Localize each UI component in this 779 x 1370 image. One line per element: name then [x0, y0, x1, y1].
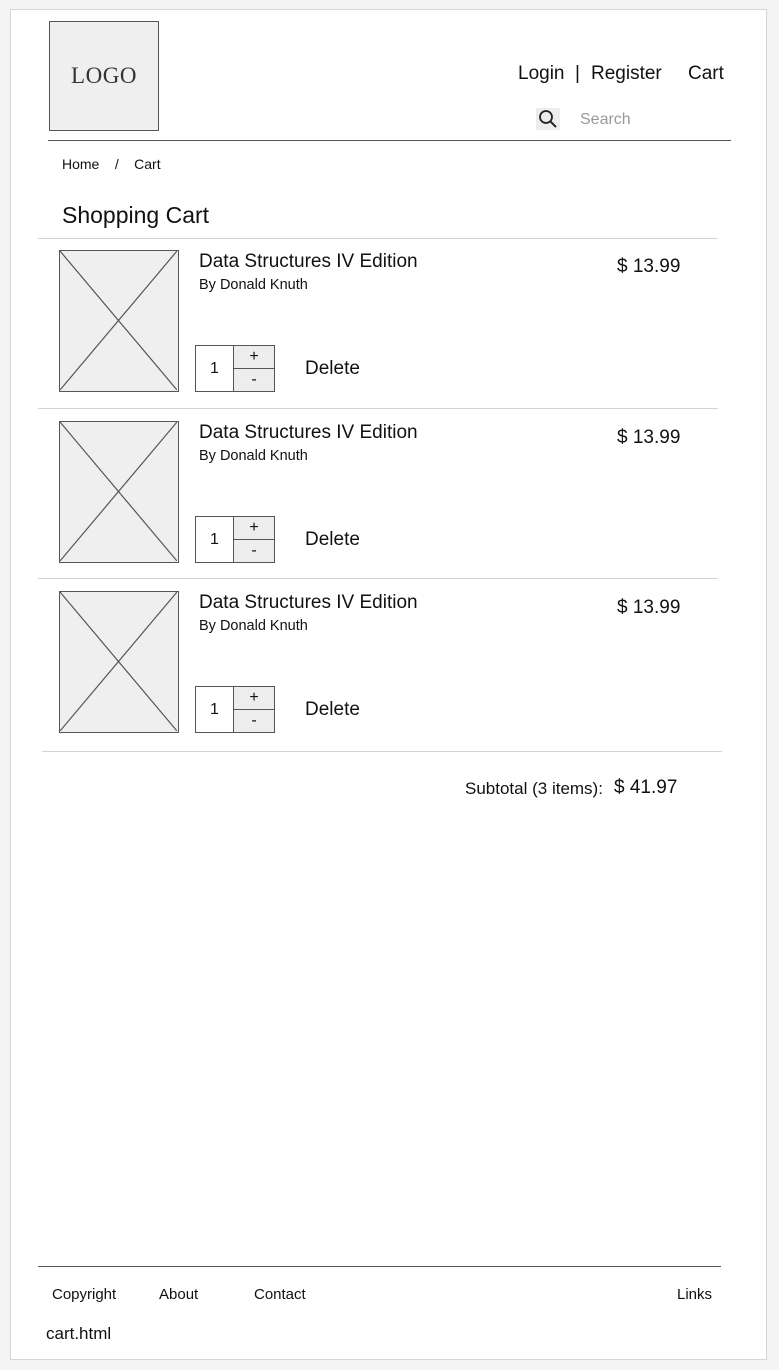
page-title: Shopping Cart	[62, 202, 210, 228]
product-image-placeholder	[59, 591, 179, 733]
breadcrumb: Home / Cart	[62, 156, 161, 174]
footer-copyright-link[interactable]: Copyright	[52, 1286, 116, 1303]
product-price: $ 13.99	[617, 427, 681, 448]
item-divider	[38, 578, 718, 579]
decrement-button[interactable]: -	[233, 709, 275, 733]
product-title[interactable]: Data Structures IV Edition	[199, 251, 418, 273]
header-divider	[48, 140, 731, 141]
quantity-field[interactable]: 1	[195, 686, 234, 733]
cart-item: Data Structures IV Edition By Donald Knu…	[11, 410, 768, 580]
quantity-stepper: 1 + -	[195, 516, 275, 563]
footer-about-link[interactable]: About	[159, 1286, 198, 1303]
page-frame: LOGO Login | Register Cart Home / Cart S…	[10, 9, 767, 1360]
product-image-placeholder	[59, 250, 179, 392]
search-icon[interactable]	[536, 108, 560, 130]
quantity-field[interactable]: 1	[195, 516, 234, 563]
product-title[interactable]: Data Structures IV Edition	[199, 592, 418, 614]
search-input[interactable]	[576, 108, 754, 132]
login-link[interactable]: Login	[518, 63, 565, 85]
nav-separator: |	[575, 63, 580, 84]
product-title[interactable]: Data Structures IV Edition	[199, 422, 418, 444]
subtotal-label: Subtotal (3 items):	[465, 779, 603, 798]
product-image-placeholder	[59, 421, 179, 563]
page-filename: cart.html	[46, 1324, 112, 1343]
subtotal-value: $ 41.97	[614, 777, 678, 798]
logo[interactable]: LOGO	[49, 21, 159, 131]
decrement-button[interactable]: -	[233, 539, 275, 563]
footer-contact-link[interactable]: Contact	[254, 1286, 306, 1303]
decrement-button[interactable]: -	[233, 368, 275, 392]
product-price: $ 13.99	[617, 597, 681, 618]
cart-link[interactable]: Cart	[688, 63, 724, 85]
breadcrumb-home[interactable]: Home	[62, 156, 99, 172]
product-author: By Donald Knuth	[199, 618, 308, 634]
increment-button[interactable]: +	[233, 686, 275, 710]
increment-button[interactable]: +	[233, 345, 275, 369]
quantity-stepper: 1 + -	[195, 686, 275, 733]
register-link[interactable]: Register	[591, 63, 662, 85]
cart-item: Data Structures IV Edition By Donald Knu…	[11, 239, 768, 409]
item-divider	[38, 408, 718, 409]
quantity-field[interactable]: 1	[195, 345, 234, 392]
delete-button[interactable]: Delete	[305, 699, 360, 721]
cart-bottom-divider	[42, 751, 722, 752]
delete-button[interactable]: Delete	[305, 529, 360, 551]
product-author: By Donald Knuth	[199, 277, 308, 293]
delete-button[interactable]: Delete	[305, 358, 360, 380]
product-price: $ 13.99	[617, 256, 681, 277]
product-author: By Donald Knuth	[199, 448, 308, 464]
footer-divider	[38, 1266, 721, 1267]
footer-links-link[interactable]: Links	[677, 1286, 712, 1303]
breadcrumb-current: Cart	[134, 156, 161, 172]
increment-button[interactable]: +	[233, 516, 275, 540]
breadcrumb-separator: /	[114, 156, 119, 172]
quantity-stepper: 1 + -	[195, 345, 275, 392]
cart-item: Data Structures IV Edition By Donald Knu…	[11, 580, 768, 750]
